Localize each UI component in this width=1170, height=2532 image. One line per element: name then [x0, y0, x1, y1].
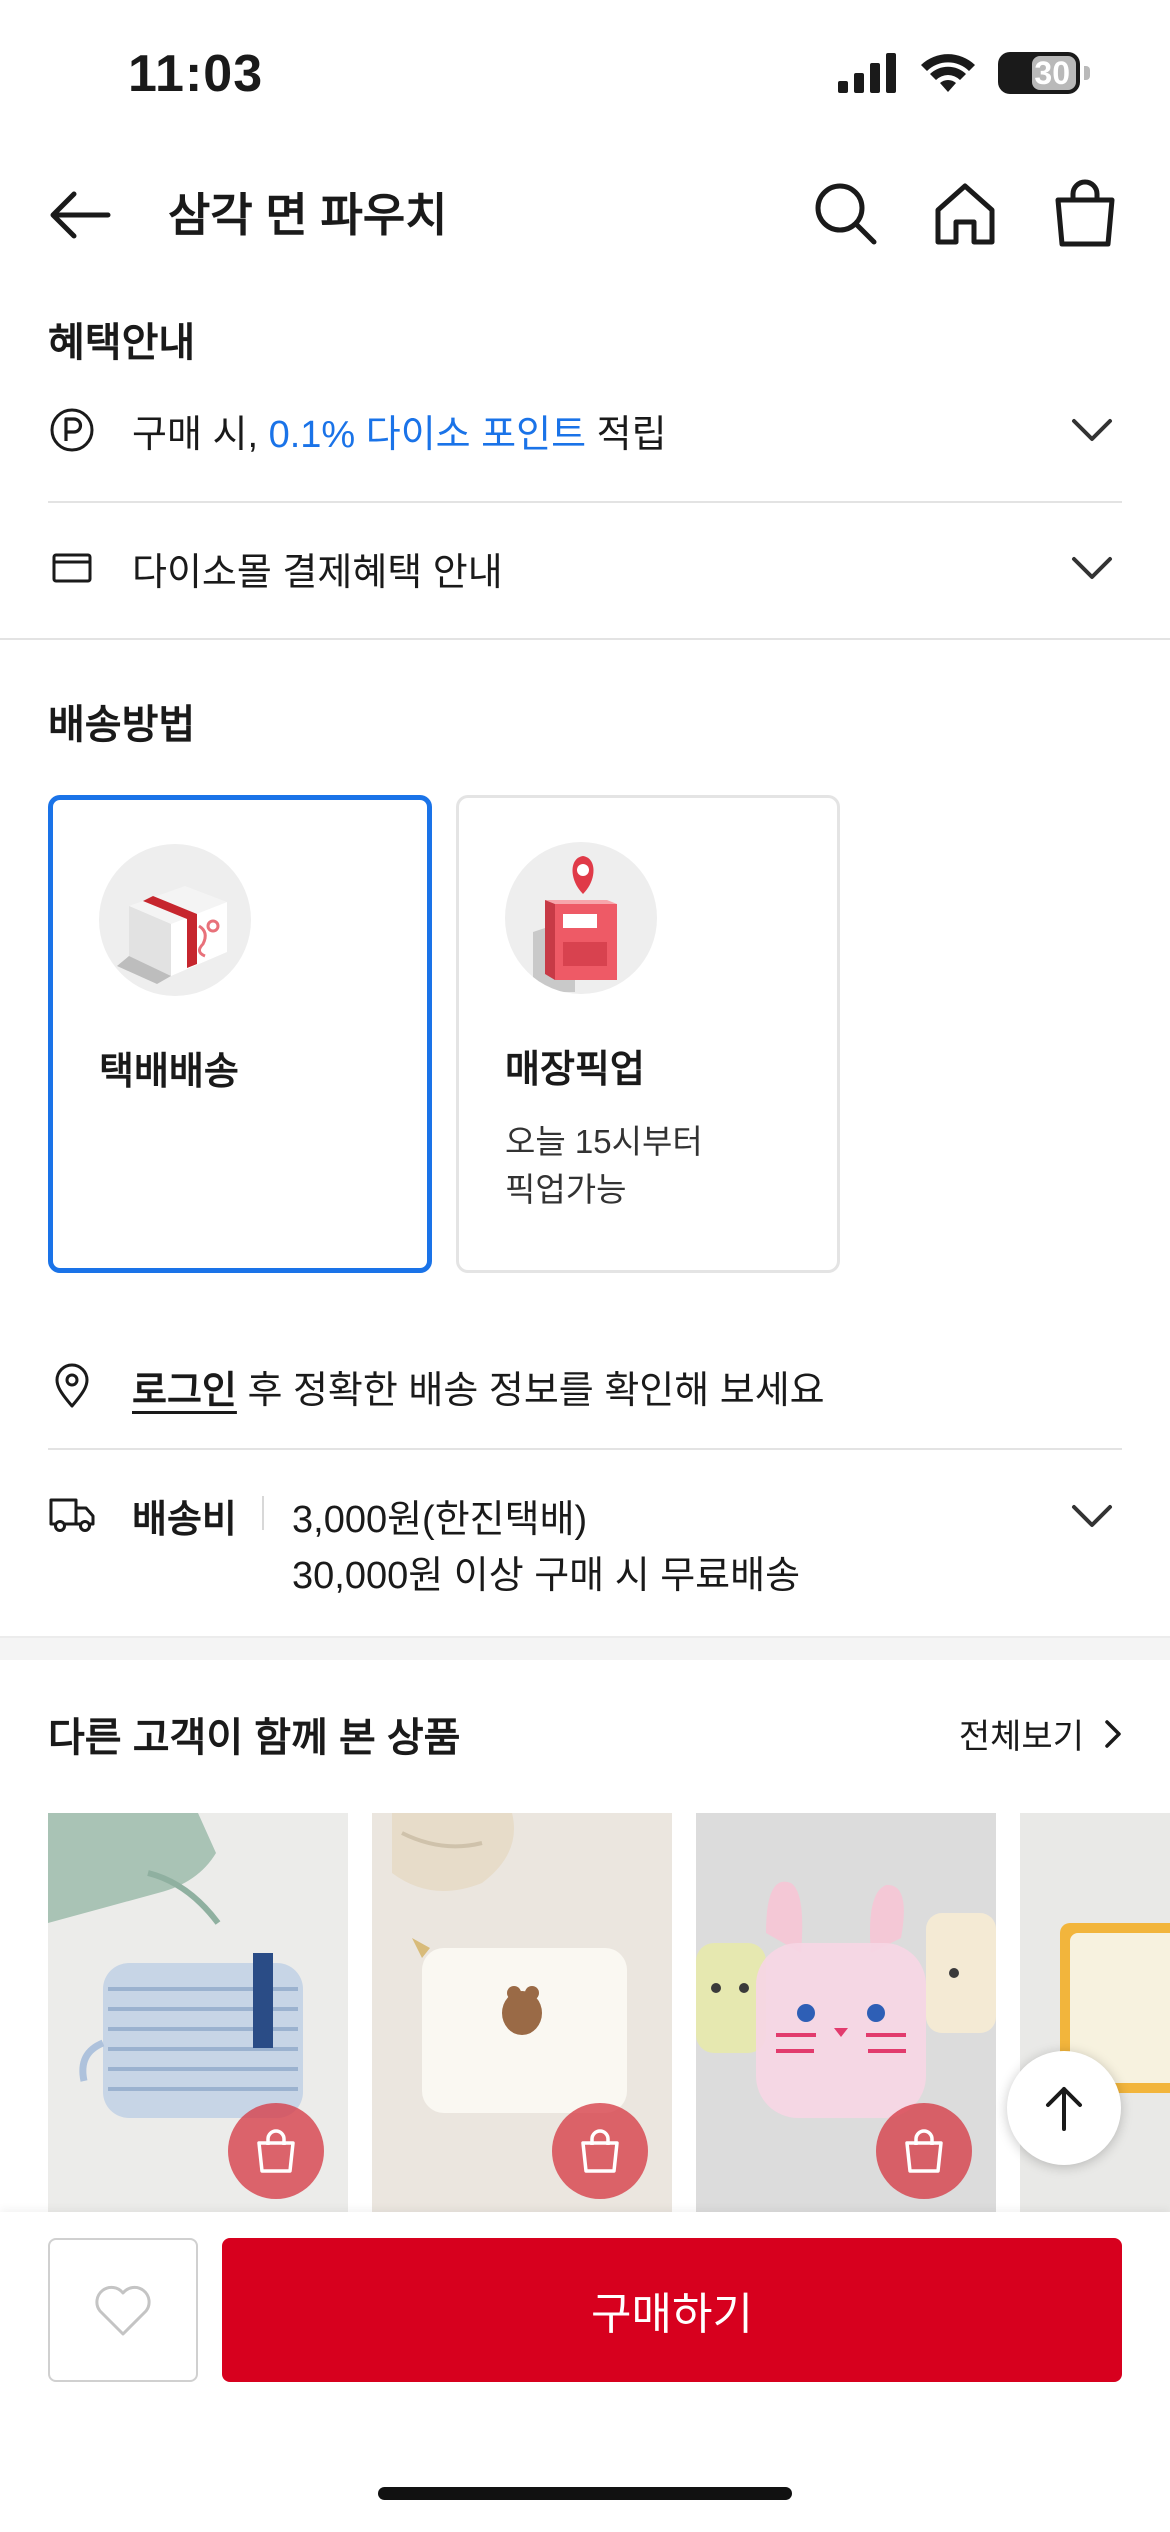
payment-benefit-row[interactable]: 다이소몰 결제혜택 안내	[48, 538, 1122, 598]
login-link[interactable]: 로그인	[132, 1370, 237, 1412]
home-indicator	[378, 2487, 792, 2500]
shopping-bag-icon[interactable]	[1050, 178, 1120, 248]
point-icon	[50, 408, 94, 452]
shipping-section-title: 배송방법	[48, 703, 196, 747]
chevron-down-icon[interactable]	[1070, 554, 1114, 582]
wishlist-button[interactable]	[48, 2238, 198, 2382]
benefits-section-title: 혜택안내	[48, 321, 196, 365]
chevron-down-icon[interactable]	[1070, 1502, 1114, 1530]
arrow-up-icon	[1046, 2087, 1082, 2131]
view-all-link[interactable]: 전체보기	[959, 1709, 1122, 1758]
view-all-label: 전체보기	[958, 1718, 1084, 1756]
battery-cap	[1084, 66, 1090, 80]
product-carousel[interactable]	[48, 1813, 1170, 2213]
back-arrow-icon[interactable]	[48, 188, 112, 242]
login-notice-text: 로그인 후 정확한 배송 정보를 확인해 보세요	[132, 1369, 825, 1412]
battery-level: 30	[1034, 54, 1070, 91]
point-benefit-row[interactable]: 구매 시, 0.1% 다이소 포인트 적립	[48, 400, 1122, 460]
chevron-right-icon	[1105, 1719, 1121, 1748]
add-to-cart-button[interactable]	[552, 2103, 648, 2199]
shipping-fee-amount: 3,000원(한진택배)	[292, 1499, 588, 1541]
divider	[48, 1448, 1122, 1450]
chevron-down-icon[interactable]	[1070, 416, 1114, 444]
location-pin-icon	[55, 1363, 89, 1408]
separator	[262, 1496, 264, 1530]
wifi-icon	[921, 54, 975, 92]
recommended-header: 다른 고객이 함께 본 상품 전체보기	[48, 1705, 1122, 1763]
shipping-option-label: 매장픽업	[505, 1049, 645, 1091]
shopping-bag-icon	[257, 2129, 295, 2173]
shipping-option-label: 택배배송	[99, 1051, 239, 1093]
shipping-fee-row[interactable]: 배송비 3,000원(한진택배) 30,000원 이상 구매 시 무료배송	[48, 1488, 1122, 1608]
point-highlight: 0.1% 다이소 포인트	[268, 413, 587, 456]
page-title: 삼각 면 파우치	[168, 189, 448, 241]
bottom-action-bar: 구매하기	[0, 2212, 1170, 2532]
recommended-section-title: 다른 고객이 함께 본 상품	[48, 1716, 461, 1760]
battery-icon: 30	[998, 52, 1080, 94]
shipping-fee-label: 배송비	[132, 1499, 237, 1541]
free-shipping-condition: 30,000원 이상 구매 시 무료배송	[292, 1555, 801, 1597]
scroll-to-top-button[interactable]	[1007, 2051, 1121, 2165]
home-icon[interactable]	[930, 178, 1000, 248]
point-text: 구매 시, 0.1% 다이소 포인트 적립	[132, 413, 667, 456]
status-time: 11:03	[128, 45, 264, 103]
divider	[48, 501, 1122, 503]
heart-icon	[95, 2285, 151, 2336]
status-bar: 11:03 30	[0, 0, 1170, 150]
add-to-cart-button[interactable]	[228, 2103, 324, 2199]
search-icon[interactable]	[810, 178, 880, 248]
add-to-cart-button[interactable]	[876, 2103, 972, 2199]
cellular-signal-icon	[838, 53, 896, 93]
shopping-bag-icon	[581, 2129, 619, 2173]
buy-button[interactable]: 구매하기	[222, 2238, 1122, 2382]
parcel-box-illustration	[99, 844, 251, 996]
section-divider	[0, 638, 1170, 640]
shipping-option-sub: 오늘 15시부터 픽업가능	[505, 1123, 703, 1208]
product-card[interactable]	[696, 1813, 996, 2213]
shipping-option-delivery[interactable]: 택배배송	[48, 795, 432, 1273]
card-icon	[52, 553, 92, 583]
section-divider	[0, 1636, 1170, 1660]
shopping-bag-icon	[905, 2129, 943, 2173]
status-icons: 30	[838, 52, 1090, 94]
product-card[interactable]	[372, 1813, 672, 2213]
store-pickup-illustration	[505, 842, 657, 994]
payment-benefit-text: 다이소몰 결제혜택 안내	[132, 551, 503, 594]
delivery-truck-icon	[49, 1498, 95, 1532]
login-notice-row: 로그인 후 정확한 배송 정보를 확인해 보세요	[48, 1356, 1122, 1416]
product-card[interactable]	[48, 1813, 348, 2213]
shipping-option-store-pickup[interactable]: 매장픽업 오늘 15시부터 픽업가능	[456, 795, 840, 1273]
app-header: 삼각 면 파우치	[0, 170, 1170, 260]
